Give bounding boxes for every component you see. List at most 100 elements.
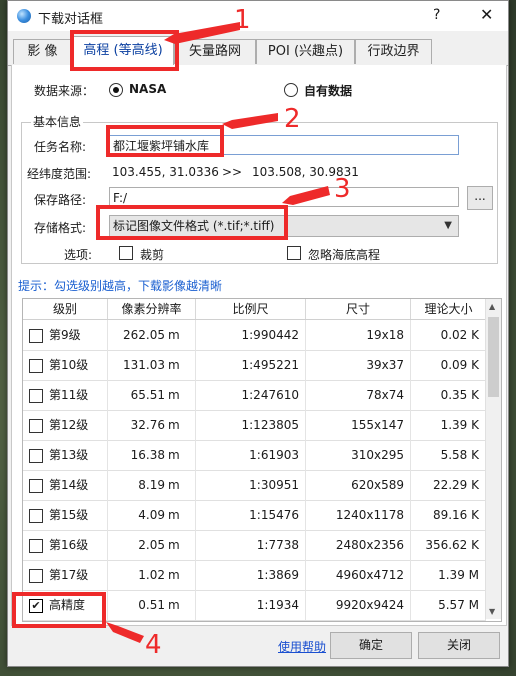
title-bar: 下载对话框 ? ✕: [8, 1, 508, 31]
cell-theory-size: 5.57 M: [411, 590, 486, 620]
chevron-down-icon: ▼: [444, 220, 452, 231]
cell-scale: 1:30951: [196, 470, 306, 500]
annotation-box-3: [96, 205, 288, 240]
close-icon[interactable]: ✕: [480, 5, 493, 24]
table-row[interactable]: 第16级 2.05 m 1:7738 2480x2356 356.62 K: [23, 530, 486, 561]
level-checkbox[interactable]: [29, 359, 43, 373]
cell-unit: m: [168, 418, 180, 432]
tab-vector-road[interactable]: 矢量路网: [174, 39, 256, 64]
close-button[interactable]: 关闭: [418, 632, 500, 659]
crop-checkbox[interactable]: [119, 246, 133, 260]
table-row[interactable]: 第9级 262.05 m 1:990442 19x18 0.02 K: [23, 320, 486, 351]
cell-unit: m: [168, 538, 180, 552]
level-checkbox[interactable]: [29, 509, 43, 523]
ok-button[interactable]: 确定: [330, 632, 412, 659]
table-row[interactable]: 第14级 8.19 m 1:30951 620x589 22.29 K: [23, 470, 486, 501]
range-start: 103.455, 31.0336: [112, 165, 219, 179]
cell-theory-size: 1.39 K: [411, 410, 486, 440]
cell-unit: m: [168, 568, 180, 582]
table-row[interactable]: 第11级 65.51 m 1:247610 78x74 0.35 K: [23, 380, 486, 411]
cell-scale: 1:123805: [196, 410, 306, 440]
scroll-up-icon[interactable]: ▲: [489, 302, 495, 311]
table-row[interactable]: 第17级 1.02 m 1:3869 4960x4712 1.39 M: [23, 560, 486, 591]
cell-scale: 1:1934: [196, 590, 306, 620]
ignore-seabed-label: 忽略海底高程: [308, 248, 381, 262]
cell-size: 155x147: [306, 410, 411, 440]
cell-size: 1240x1178: [306, 500, 411, 530]
browse-button[interactable]: ...: [467, 186, 493, 210]
cell-size: 78x74: [306, 380, 411, 410]
radio-own-data[interactable]: [284, 83, 298, 97]
tab-poi[interactable]: POI (兴趣点): [256, 39, 355, 64]
level-checkbox[interactable]: [29, 449, 43, 463]
cell-theory-size: 0.09 K: [411, 350, 486, 380]
level-checkbox[interactable]: [29, 419, 43, 433]
cell-scale: 1:7738: [196, 530, 306, 560]
radio-nasa-label: NASA: [129, 82, 167, 96]
cell-unit: m: [168, 478, 180, 492]
save-path-label: 保存路径:: [34, 193, 87, 207]
cell-unit: m: [168, 598, 180, 612]
cell-unit: m: [168, 508, 180, 522]
globe-icon: [17, 9, 31, 23]
cell-theory-size: 5.58 K: [411, 440, 486, 470]
annotation-box-4: [12, 592, 106, 628]
cell-theory-size: 1.39 M: [411, 560, 486, 590]
annotation-box-2: [106, 125, 224, 157]
level-checkbox[interactable]: [29, 389, 43, 403]
scroll-thumb[interactable]: [488, 317, 499, 397]
download-dialog: 下载对话框 ? ✕ 影 像 高程 (等高线) 矢量路网 POI (兴趣点) 行政…: [7, 0, 509, 667]
save-path-input[interactable]: F:/: [109, 187, 459, 207]
col-size[interactable]: 尺寸: [306, 299, 411, 319]
cell-size: 4960x4712: [306, 560, 411, 590]
cell-scale: 1:247610: [196, 380, 306, 410]
cell-theory-size: 356.62 K: [411, 530, 486, 560]
annotation-number-4: 4: [145, 630, 162, 660]
level-checkbox[interactable]: [29, 479, 43, 493]
cell-unit: m: [168, 448, 180, 462]
format-label: 存储格式:: [34, 221, 87, 235]
ignore-seabed-checkbox[interactable]: [287, 246, 301, 260]
annotation-number-1: 1: [234, 5, 251, 35]
tab-admin-boundary[interactable]: 行政边界: [355, 39, 432, 64]
col-resolution[interactable]: 像素分辨率: [108, 299, 196, 319]
settings-panel: 数据来源： NASA 自有数据 基本信息 任务名称: 都江堰紫坪铺水库 经纬度范…: [11, 65, 507, 626]
col-level[interactable]: 级别: [23, 299, 108, 319]
col-scale[interactable]: 比例尺: [196, 299, 306, 319]
cell-theory-size: 0.35 K: [411, 380, 486, 410]
table-row[interactable]: 第15级 4.09 m 1:15476 1240x1178 89.16 K: [23, 500, 486, 531]
level-checkbox[interactable]: [29, 539, 43, 553]
col-theory-size[interactable]: 理论大小: [411, 299, 486, 319]
range-label: 经纬度范围:: [27, 167, 92, 181]
help-link[interactable]: 使用帮助: [278, 638, 326, 655]
radio-nasa[interactable]: [109, 83, 123, 97]
cell-size: 620x589: [306, 470, 411, 500]
level-checkbox[interactable]: [29, 329, 43, 343]
table-row[interactable]: 第10级 131.03 m 1:495221 39x37 0.09 K: [23, 350, 486, 381]
cell-scale: 1:495221: [196, 350, 306, 380]
cell-unit: m: [168, 358, 180, 372]
annotation-number-2: 2: [284, 104, 301, 134]
cell-unit: m: [168, 388, 180, 402]
help-button[interactable]: ?: [433, 7, 440, 23]
cell-theory-size: 0.02 K: [411, 320, 486, 350]
table-header: 级别 像素分辨率 比例尺 尺寸 理论大小: [23, 299, 486, 320]
radio-own-data-label: 自有数据: [304, 84, 353, 98]
table-scrollbar[interactable]: ▲ ▼: [485, 299, 501, 619]
task-name-label: 任务名称:: [34, 140, 87, 154]
options-label: 选项:: [64, 248, 93, 262]
cell-scale: 1:61903: [196, 440, 306, 470]
range-separator: >>: [222, 165, 243, 179]
scroll-down-icon[interactable]: ▼: [489, 607, 495, 616]
tab-imagery[interactable]: 影 像: [13, 39, 72, 64]
cell-size: 19x18: [306, 320, 411, 350]
cell-size: 39x37: [306, 350, 411, 380]
cell-scale: 1:15476: [196, 500, 306, 530]
table-row[interactable]: 第13级 16.38 m 1:61903 310x295 5.58 K: [23, 440, 486, 471]
level-checkbox[interactable]: [29, 569, 43, 583]
annotation-box-1: [70, 30, 179, 71]
hint-text: 提示：勾选级别越高，下载影像越清晰: [18, 279, 223, 293]
table-row[interactable]: 第12级 32.76 m 1:123805 155x147 1.39 K: [23, 410, 486, 441]
crop-label: 裁剪: [140, 248, 165, 262]
annotation-number-3: 3: [334, 174, 351, 204]
